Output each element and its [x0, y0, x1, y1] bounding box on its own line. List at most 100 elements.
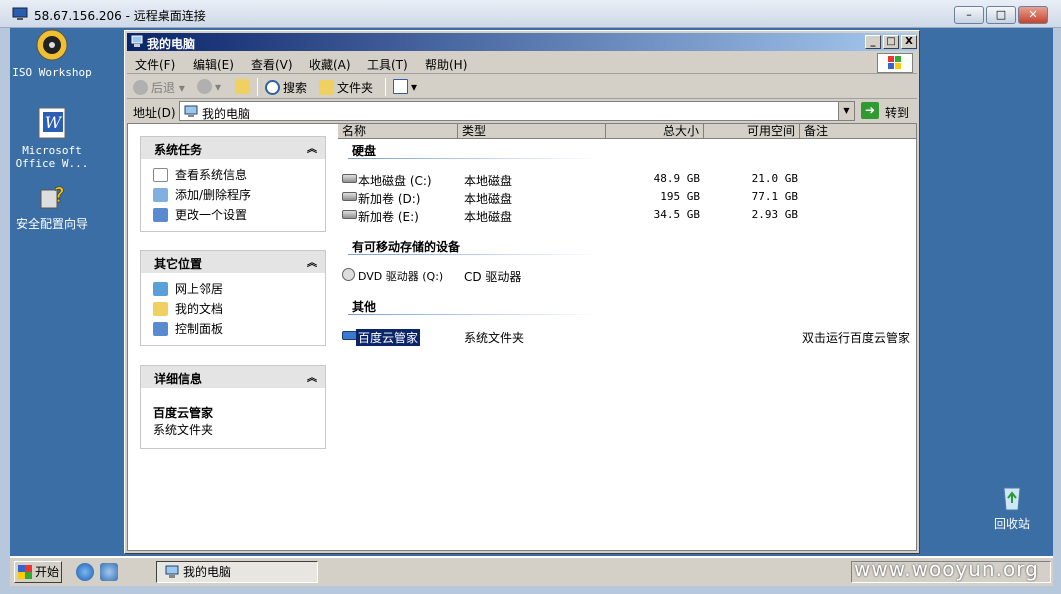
- group-divider: [348, 314, 598, 315]
- desktop-icon-recycle-bin[interactable]: 回收站: [972, 480, 1052, 531]
- detail-name: 百度云管家: [153, 406, 214, 420]
- column-type[interactable]: 类型: [458, 124, 606, 139]
- rdp-minimize-button[interactable]: –: [954, 6, 984, 24]
- control-panel-icon: [153, 322, 168, 336]
- drive-row[interactable]: 本地磁盘 (C:) 本地磁盘 48.9 GB 21.0 GB: [338, 170, 916, 188]
- desktop-icon-word[interactable]: W Microsoft Office W...: [12, 106, 92, 170]
- my-computer-icon: [165, 565, 179, 578]
- start-button[interactable]: 开始: [14, 561, 62, 583]
- system-tasks-panel: 系统任务 ︽ 查看系统信息 添加/删除程序 更改一个设置: [140, 136, 326, 232]
- column-comment[interactable]: 备注: [800, 124, 916, 139]
- group-divider: [348, 158, 598, 159]
- forward-button[interactable]: ▾: [197, 79, 221, 94]
- menu-file[interactable]: 文件(F): [135, 56, 175, 73]
- windows-flag-icon: [18, 565, 32, 579]
- toolbar: 后退 ▾ ▾ 搜索 文件夹 ▾: [127, 75, 917, 99]
- rdp-close-button[interactable]: ✕: [1018, 6, 1048, 24]
- column-header: 名称 类型 总大小 可用空间 备注: [338, 124, 916, 139]
- views-button[interactable]: ▾: [393, 79, 417, 94]
- address-dropdown-button[interactable]: ▼: [838, 102, 854, 120]
- search-button[interactable]: 搜索: [265, 79, 307, 96]
- settings-icon: [153, 208, 168, 222]
- back-button[interactable]: 后退 ▾: [133, 79, 185, 96]
- drive-row[interactable]: 新加卷 (D:) 本地磁盘 195 GB 77.1 GB: [338, 188, 916, 206]
- group-removable: 有可移动存储的设备: [352, 240, 461, 254]
- details-header[interactable]: 详细信息 ︽: [141, 366, 325, 388]
- show-desktop-icon[interactable]: [100, 563, 118, 581]
- place-my-documents[interactable]: 我的文档: [153, 299, 325, 319]
- rdp-title-bar: 58.67.156.206 - 远程桌面连接 – □ ✕: [0, 0, 1061, 28]
- desktop-icon-label: 安全配置向导: [15, 217, 88, 231]
- views-icon: [393, 79, 408, 94]
- window-title: 我的电脑: [147, 37, 196, 51]
- column-name[interactable]: 名称: [338, 124, 458, 139]
- menu-tools[interactable]: 工具(T): [367, 56, 408, 73]
- column-free-space[interactable]: 可用空间: [704, 124, 800, 139]
- documents-folder-icon: [153, 302, 168, 316]
- folder-row-selected[interactable]: 百度云管家 系统文件夹 双击运行百度云管家: [338, 327, 916, 346]
- task-pane: 系统任务 ︽ 查看系统信息 添加/删除程序 更改一个设置 其它位置 ︽ 网上邻居 我…: [128, 124, 338, 550]
- toolbar-separator: [385, 78, 386, 96]
- rdp-title: 58.67.156.206 - 远程桌面连接: [34, 9, 206, 23]
- address-label: 地址(D): [133, 106, 176, 120]
- desktop-icon-security-wizard[interactable]: ? 安全配置向导: [12, 180, 92, 231]
- taskbar-item-my-computer[interactable]: 我的电脑: [156, 561, 318, 583]
- group-other: 其他: [352, 300, 377, 314]
- detail-type: 系统文件夹: [153, 423, 214, 437]
- hard-disk-icon: [342, 210, 357, 219]
- place-control-panel[interactable]: 控制面板: [153, 319, 325, 339]
- drive-row[interactable]: 新加卷 (E:) 本地磁盘 34.5 GB 2.93 GB: [338, 206, 916, 224]
- word-icon: W: [35, 106, 69, 140]
- network-icon: [153, 282, 168, 296]
- column-total-size[interactable]: 总大小: [606, 124, 704, 139]
- windows-logo-icon: [877, 53, 913, 73]
- minimize-button[interactable]: _: [865, 35, 881, 49]
- other-places-header[interactable]: 其它位置 ︽: [141, 251, 325, 273]
- desktop-icon-iso-workshop[interactable]: ISO Workshop: [12, 28, 92, 79]
- task-add-remove-programs[interactable]: 添加/删除程序: [153, 185, 325, 205]
- search-icon: [265, 80, 280, 95]
- dvd-drive-icon: [342, 268, 355, 281]
- system-tasks-header[interactable]: 系统任务 ︽: [141, 137, 325, 159]
- collapse-chevron-icon[interactable]: ︽: [307, 254, 317, 269]
- content-area: 系统任务 ︽ 查看系统信息 添加/删除程序 更改一个设置 其它位置 ︽ 网上邻居 我…: [127, 123, 917, 551]
- add-remove-icon: [153, 188, 168, 202]
- place-network[interactable]: 网上邻居: [153, 279, 325, 299]
- iso-workshop-icon: [35, 28, 69, 62]
- go-button[interactable]: ➜ 转到: [861, 102, 915, 120]
- system-info-icon: [153, 168, 168, 182]
- other-places-panel: 其它位置 ︽ 网上邻居 我的文档 控制面板: [140, 250, 326, 346]
- close-button[interactable]: X: [901, 35, 917, 49]
- folders-button[interactable]: 文件夹: [319, 79, 373, 96]
- hard-disk-icon: [342, 174, 357, 183]
- maximize-button[interactable]: □: [883, 35, 899, 49]
- svg-text:?: ?: [53, 183, 65, 207]
- task-change-setting[interactable]: 更改一个设置: [153, 205, 325, 225]
- rdp-restore-button[interactable]: □: [986, 6, 1016, 24]
- svg-text:W: W: [45, 113, 63, 132]
- menu-favorites[interactable]: 收藏(A): [309, 56, 351, 73]
- up-folder-button[interactable]: [235, 79, 253, 94]
- collapse-chevron-icon[interactable]: ︽: [307, 140, 317, 155]
- up-folder-icon: [235, 79, 250, 94]
- recycle-bin-icon: [995, 480, 1029, 514]
- my-computer-icon: [131, 35, 143, 47]
- drive-row[interactable]: DVD 驱动器 (Q:) CD 驱动器: [338, 266, 916, 284]
- group-divider: [348, 254, 598, 255]
- explorer-title-bar[interactable]: 我的电脑 _ □ X: [127, 33, 917, 51]
- menu-edit[interactable]: 编辑(E): [193, 56, 234, 73]
- menu-help[interactable]: 帮助(H): [425, 56, 467, 73]
- menu-bar: 文件(F) 编辑(E) 查看(V) 收藏(A) 工具(T) 帮助(H): [127, 52, 917, 74]
- back-arrow-icon: [133, 80, 148, 95]
- hard-disk-icon: [342, 192, 357, 201]
- watermark: www.wooyun.org: [854, 557, 1039, 581]
- menu-view[interactable]: 查看(V): [251, 56, 293, 73]
- collapse-chevron-icon[interactable]: ︽: [307, 369, 317, 384]
- address-value: 我的电脑: [202, 107, 251, 121]
- task-view-system-info[interactable]: 查看系统信息: [153, 165, 325, 185]
- desktop-icon-label: 回收站: [993, 517, 1030, 531]
- address-input[interactable]: 我的电脑 ▼: [179, 101, 855, 121]
- internet-explorer-icon[interactable]: [76, 563, 94, 581]
- forward-arrow-icon: [197, 79, 212, 94]
- go-arrow-icon: ➜: [861, 102, 879, 119]
